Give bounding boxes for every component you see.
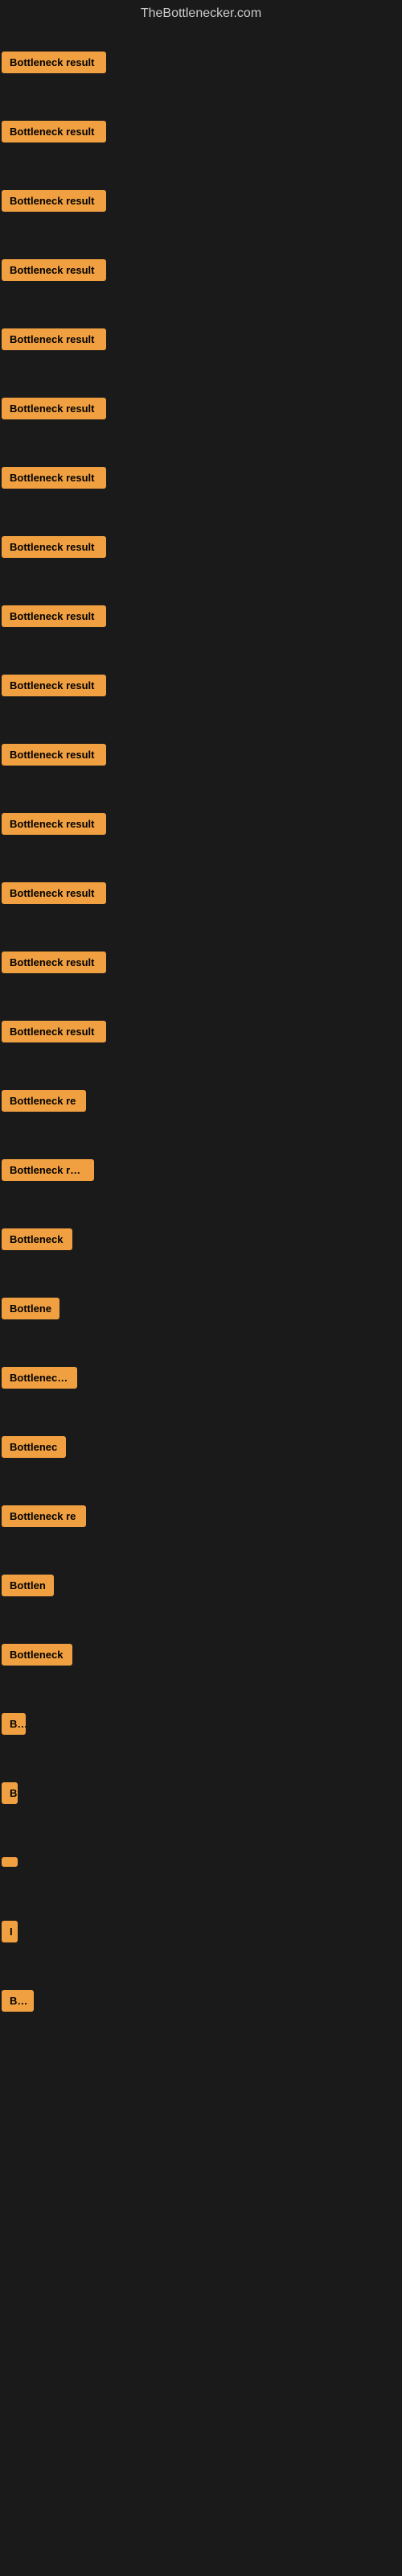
bottleneck-badge[interactable]: Bottlene bbox=[2, 1298, 59, 1319]
bottleneck-row: Bo bbox=[0, 1689, 402, 1758]
bottleneck-badge[interactable]: Bottleneck result bbox=[2, 467, 106, 489]
bottleneck-row: Bottleneck result bbox=[0, 235, 402, 304]
site-title: TheBottlenecker.com bbox=[0, 0, 402, 27]
bottleneck-row: Bottlene bbox=[0, 1274, 402, 1343]
bottleneck-row: Bottleneck re bbox=[0, 1066, 402, 1135]
bottleneck-badge[interactable]: Bo bbox=[2, 1713, 26, 1735]
bottleneck-badge[interactable]: Bottleneck bbox=[2, 1228, 72, 1250]
bottleneck-badge[interactable]: I bbox=[2, 1921, 18, 1942]
bottleneck-badge[interactable]: Bottleneck result bbox=[2, 744, 106, 766]
bottleneck-row: I bbox=[0, 1897, 402, 1966]
bottleneck-row: Bottleneck result bbox=[0, 789, 402, 858]
bottleneck-row: Bottleneck result bbox=[0, 27, 402, 97]
bottleneck-badge[interactable]: Bottleneck result bbox=[2, 121, 106, 142]
bottleneck-badge[interactable]: Bottleneck result bbox=[2, 605, 106, 627]
bottleneck-badge[interactable]: Bottleneck result bbox=[2, 1021, 106, 1042]
bottleneck-badge[interactable]: Bottleneck re bbox=[2, 1505, 86, 1527]
bottleneck-row: Bottleneck result bbox=[0, 997, 402, 1066]
bottleneck-row: Bottleneck result bbox=[0, 304, 402, 374]
bottleneck-row: Bottleneck resul bbox=[0, 1135, 402, 1204]
bottleneck-row: B bbox=[0, 1758, 402, 1827]
bottleneck-row bbox=[0, 1827, 402, 1897]
bottleneck-badge[interactable]: Bottleneck result bbox=[2, 813, 106, 835]
bottleneck-row: Bottleneck re bbox=[0, 1481, 402, 1550]
bottleneck-row: Bottleneck result bbox=[0, 581, 402, 650]
bottleneck-row: Bottleneck result bbox=[0, 97, 402, 166]
bottleneck-badge[interactable]: Bottlenec bbox=[2, 1436, 66, 1458]
bottleneck-row: Bottleneck result bbox=[0, 650, 402, 720]
main-container: TheBottlenecker.com Bottleneck result Bot… bbox=[0, 0, 402, 2035]
bottleneck-badge[interactable]: Bottleneck result bbox=[2, 675, 106, 696]
bottleneck-badge[interactable]: Bottleneck resul bbox=[2, 1159, 94, 1181]
bottleneck-row: Bottleneck result bbox=[0, 443, 402, 512]
bottleneck-badge[interactable]: B bbox=[2, 1782, 18, 1804]
bottleneck-row: Bottlen bbox=[0, 1550, 402, 1620]
bottleneck-badge[interactable]: Bottleneck bbox=[2, 1644, 72, 1666]
bottleneck-badge[interactable]: Bottleneck result bbox=[2, 328, 106, 350]
bottleneck-row: Bottleneck bbox=[0, 1620, 402, 1689]
bottleneck-badge[interactable]: Bottleneck result bbox=[2, 259, 106, 281]
bottleneck-badge[interactable]: Bottleneck re bbox=[2, 1090, 86, 1112]
bottleneck-row: Bottleneck result bbox=[0, 858, 402, 927]
bottleneck-row: Bottleneck result bbox=[0, 927, 402, 997]
bottleneck-badge[interactable]: Bottleneck result bbox=[2, 536, 106, 558]
bottleneck-badge[interactable]: Bottleneck result bbox=[2, 398, 106, 419]
bottleneck-row: Bottleneck bbox=[0, 1204, 402, 1274]
bottleneck-row: Bottleneck result bbox=[0, 720, 402, 789]
bottleneck-badge[interactable]: Bottlen bbox=[2, 1575, 54, 1596]
bottleneck-badge[interactable]: Bottleneck result bbox=[2, 952, 106, 973]
bottleneck-row: Bottlenec bbox=[0, 1412, 402, 1481]
bottleneck-row: Bott bbox=[0, 1966, 402, 2035]
bottleneck-badge[interactable]: Bottleneck result bbox=[2, 190, 106, 212]
bottleneck-row: Bottleneck r bbox=[0, 1343, 402, 1412]
bottleneck-badge[interactable]: Bottleneck result bbox=[2, 52, 106, 73]
bottleneck-row: Bottleneck result bbox=[0, 166, 402, 235]
bottleneck-badge[interactable]: Bott bbox=[2, 1990, 34, 2012]
bottleneck-row: Bottleneck result bbox=[0, 512, 402, 581]
bottleneck-badge[interactable]: Bottleneck result bbox=[2, 882, 106, 904]
bottleneck-badge[interactable]: Bottleneck r bbox=[2, 1367, 77, 1389]
bottleneck-badge[interactable] bbox=[2, 1857, 18, 1867]
bottleneck-row: Bottleneck result bbox=[0, 374, 402, 443]
